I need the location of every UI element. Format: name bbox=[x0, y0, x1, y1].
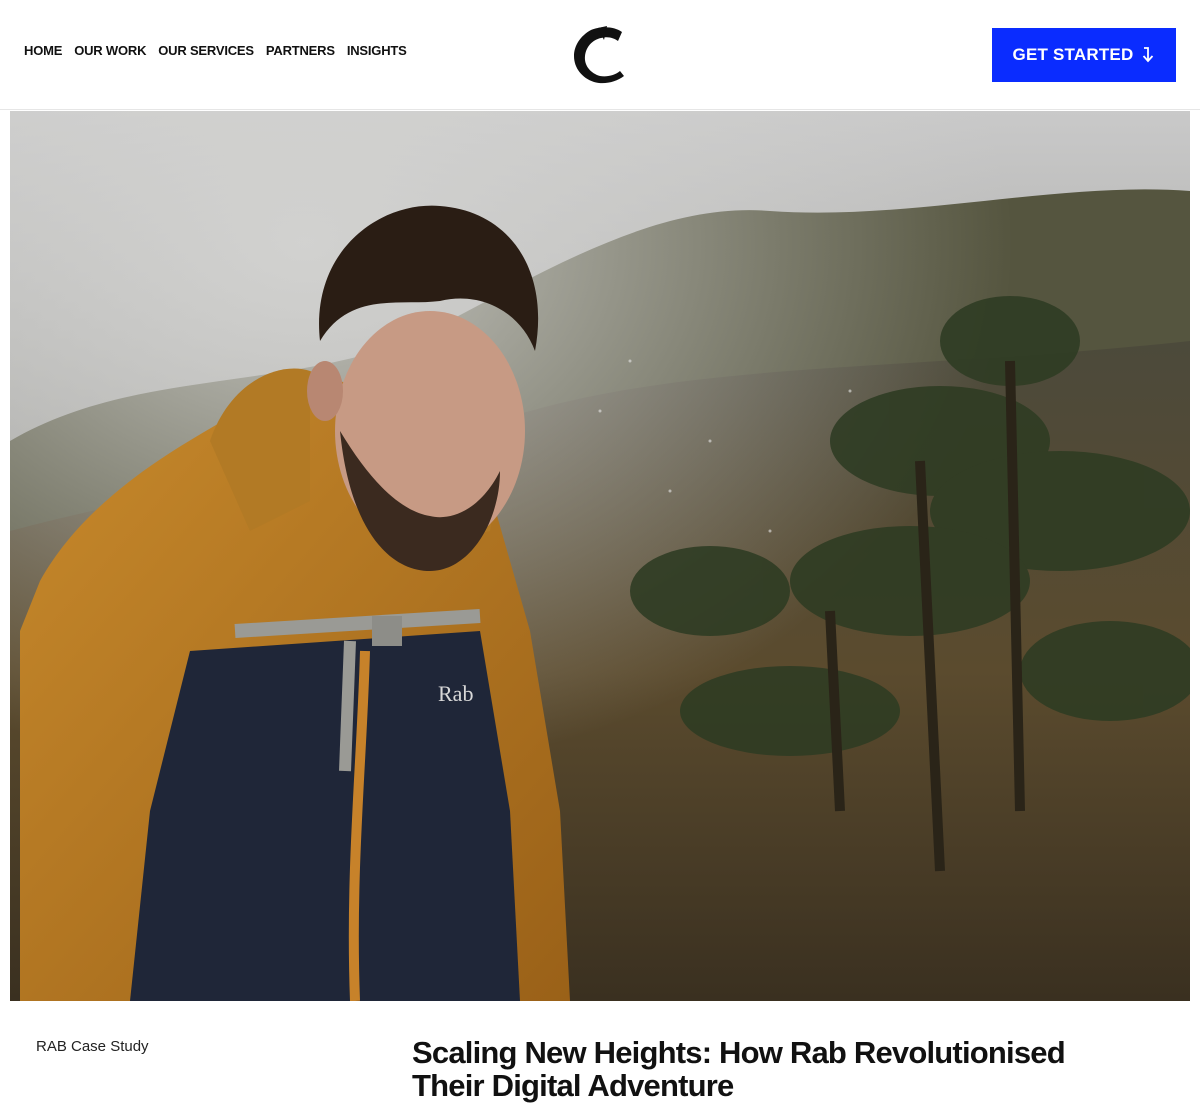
get-started-label: GET STARTED bbox=[1012, 45, 1134, 64]
nav-home[interactable]: HOME bbox=[24, 43, 62, 58]
nav-partners[interactable]: PARTNERS bbox=[266, 43, 335, 58]
article-title-line2: Their Digital Adventure bbox=[412, 1068, 734, 1103]
site-header: HOME OUR WORK OUR SERVICES PARTNERS INSI… bbox=[0, 0, 1200, 110]
nav-our-services[interactable]: OUR SERVICES bbox=[158, 43, 254, 58]
article-title-line1: Scaling New Heights: How Rab Revolutioni… bbox=[412, 1035, 1066, 1070]
nav-insights[interactable]: INSIGHTS bbox=[347, 43, 407, 58]
jacket-logo-text: Rab bbox=[438, 681, 473, 706]
nav-our-work[interactable]: OUR WORK bbox=[74, 43, 146, 58]
main-nav: HOME OUR WORK OUR SERVICES PARTNERS INSI… bbox=[24, 0, 419, 100]
c-letter-logo-icon bbox=[574, 26, 624, 84]
get-started-button[interactable]: GET STARTED bbox=[992, 28, 1176, 82]
hero-image: Rab bbox=[10, 111, 1190, 1001]
arrow-down-icon bbox=[1143, 47, 1154, 63]
site-logo[interactable] bbox=[574, 26, 626, 84]
case-study-label: RAB Case Study bbox=[36, 1038, 149, 1055]
hiker-photo: Rab bbox=[10, 111, 1190, 1001]
article-title: Scaling New Heights: How Rab Revolutioni… bbox=[412, 1036, 1112, 1102]
